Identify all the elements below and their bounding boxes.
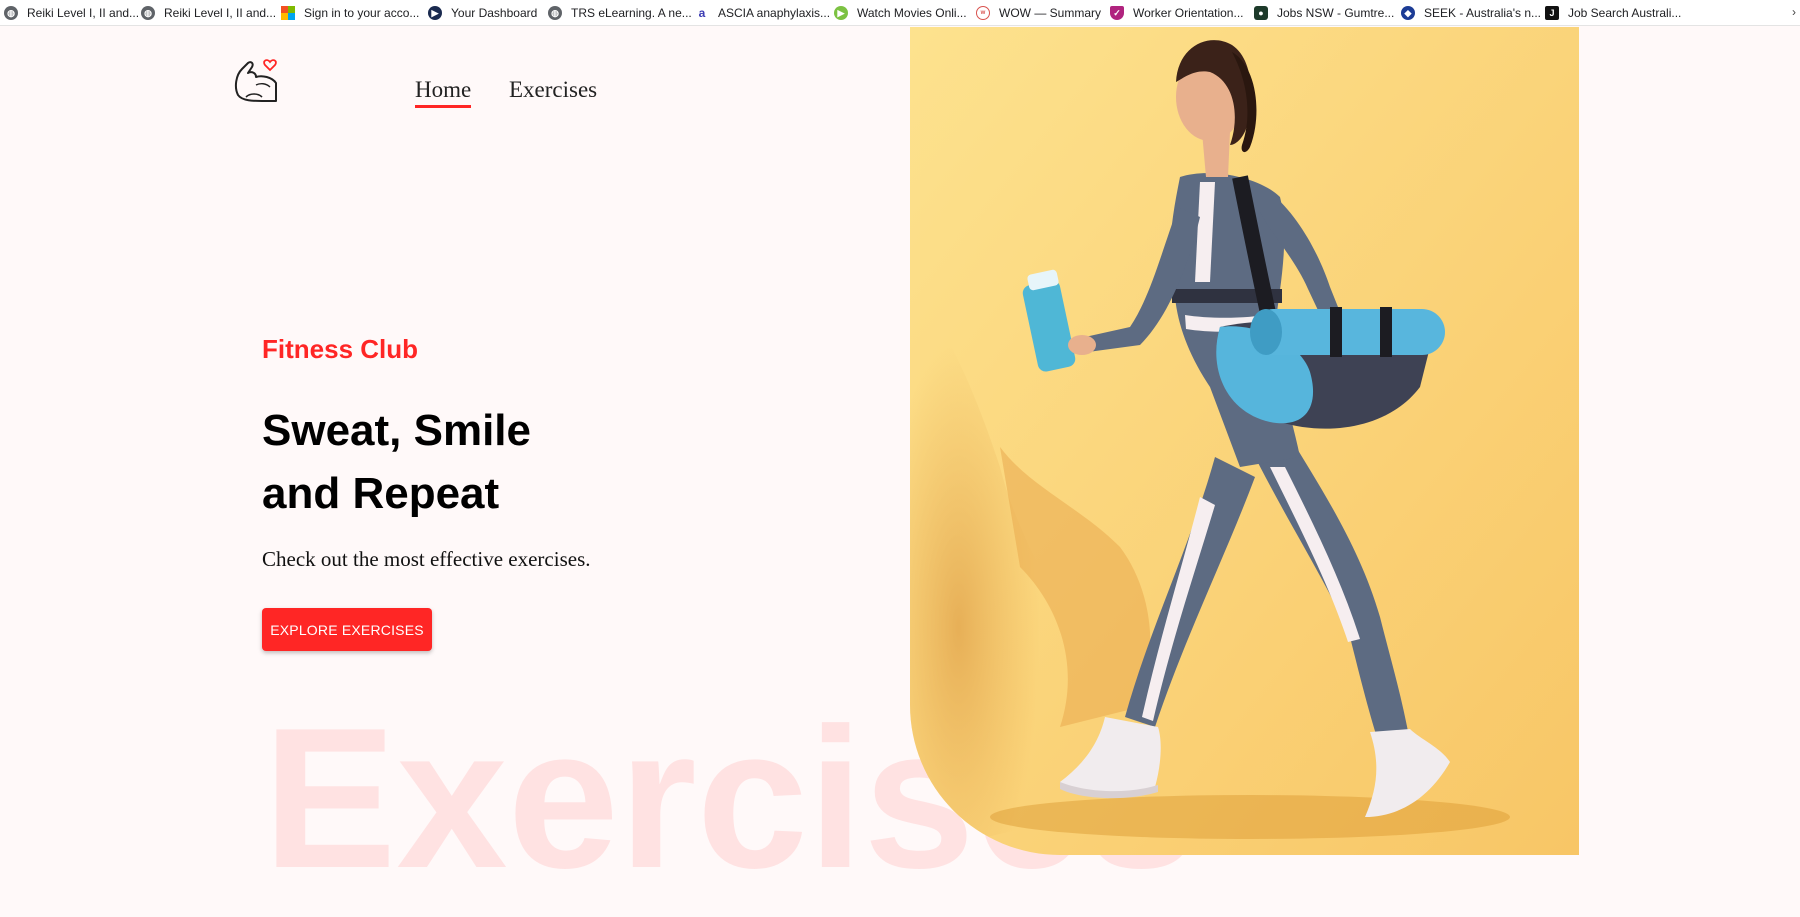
bookmark-label: Reiki Level I, II and... [164, 6, 277, 20]
play-circle-icon: ▶ [428, 6, 442, 20]
bookmark-label: Watch Movies Onli... [857, 6, 967, 20]
bookmark-worker-orientation[interactable]: ✓ Worker Orientation... [1110, 0, 1244, 25]
bookmark-gumtree[interactable]: ● Jobs NSW - Gumtre... [1254, 0, 1395, 25]
bookmarks-overflow-icon[interactable]: › [1792, 5, 1796, 19]
wow-icon: w [976, 6, 990, 20]
woman-with-gym-bag-illustration [910, 27, 1579, 855]
page: Home Exercises Exercises Fitness Club Sw… [0, 27, 1800, 917]
bookmark-label: Worker Orientation... [1133, 6, 1244, 20]
seek-icon: ◆ [1401, 6, 1415, 20]
bookmark-trs-elearning[interactable]: ◍ TRS eLearning. A ne... [548, 0, 692, 25]
hero-headline: Sweat, Smile and Repeat [262, 399, 782, 525]
microsoft-icon [281, 6, 295, 20]
play-circle-icon: ▶ [834, 6, 848, 20]
bookmark-your-dashboard[interactable]: ▶ Your Dashboard [428, 0, 538, 25]
bookmark-label: TRS eLearning. A ne... [571, 6, 692, 20]
globe-icon: ◍ [4, 6, 18, 20]
bookmark-label: Job Search Australi... [1568, 6, 1682, 20]
bookmark-reiki-2[interactable]: ◍ Reiki Level I, II and... [141, 0, 277, 25]
globe-icon: ◍ [548, 6, 562, 20]
explore-exercises-button[interactable]: EXPLORE EXERCISES [262, 608, 432, 651]
hero-tagline: Check out the most effective exercises. [262, 547, 591, 571]
gumtree-icon: ● [1254, 6, 1268, 20]
bookmark-label: Jobs NSW - Gumtre... [1277, 6, 1395, 20]
hero-headline-line-1: Sweat, Smile [262, 406, 532, 455]
hero-subtitle: Fitness Club [262, 334, 419, 364]
jora-icon: J [1545, 6, 1559, 20]
bookmark-label: Sign in to your acco... [304, 6, 420, 20]
bookmark-label: Reiki Level I, II and... [27, 6, 140, 20]
nav-home[interactable]: Home [415, 77, 472, 108]
hero-headline-line-2: and Repeat [262, 469, 500, 518]
shield-icon: ✓ [1110, 6, 1124, 20]
logo-icon[interactable] [232, 57, 282, 107]
ascia-icon: a [698, 6, 706, 20]
bookmark-watch-movies[interactable]: ▶ Watch Movies Onli... [834, 0, 967, 25]
bookmark-label: WOW — Summary [999, 6, 1101, 20]
bookmark-ascia[interactable]: a ASCIA anaphylaxis... [695, 0, 831, 25]
globe-icon: ◍ [141, 6, 155, 20]
bookmark-job-search[interactable]: J Job Search Australi... [1545, 0, 1682, 25]
bookmark-reiki-1[interactable]: ◍ Reiki Level I, II and... [4, 0, 140, 25]
bookmark-microsoft-signin[interactable]: Sign in to your acco... [281, 0, 420, 25]
bookmark-label: ASCIA anaphylaxis... [718, 6, 831, 20]
nav-exercises[interactable]: Exercises [509, 77, 597, 103]
bookmark-label: SEEK - Australia's n... [1424, 6, 1542, 20]
bookmarks-bar: ◍ Reiki Level I, II and... ◍ Reiki Level… [0, 0, 1800, 26]
bookmark-wow-summary[interactable]: w WOW — Summary [976, 0, 1101, 25]
hero-banner-image [910, 27, 1579, 855]
bookmark-label: Your Dashboard [451, 6, 538, 20]
bookmark-seek[interactable]: ◆ SEEK - Australia's n... [1401, 0, 1542, 25]
